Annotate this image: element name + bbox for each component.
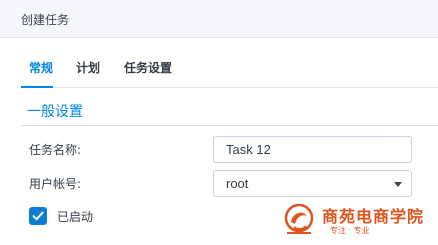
section-title: 一般设置: [27, 104, 83, 120]
tab-task-settings[interactable]: 任务设置: [124, 59, 172, 76]
user-account-select[interactable]: root: [213, 170, 412, 197]
watermark-tagline: 专注 · 专业: [330, 226, 370, 235]
watermark-brand: 商苑电商学院: [322, 207, 425, 226]
tab-general[interactable]: 常规: [29, 59, 53, 76]
tab-bar: 常规 计划 任务设置: [0, 38, 438, 88]
tab-schedule[interactable]: 计划: [76, 59, 100, 76]
section-divider: [21, 125, 438, 126]
user-account-value: root: [226, 176, 249, 191]
enabled-checkbox[interactable]: [29, 207, 47, 225]
active-tab-indicator: [21, 86, 53, 88]
tabs-divider: [21, 87, 438, 88]
dialog-title: 创建任务: [21, 13, 70, 27]
task-name-label: 任务名称:: [29, 143, 82, 157]
checkmark-icon: [32, 211, 44, 221]
dialog-titlebar: 创建任务: [0, 0, 438, 38]
enabled-label: 已启动: [57, 210, 94, 224]
dropdown-caret-icon: [394, 182, 402, 187]
watermark-logo-icon: [284, 203, 314, 234]
user-account-label: 用户帐号:: [29, 177, 82, 191]
watermark: 商苑电商学院 专注 · 专业: [281, 200, 438, 245]
task-name-input[interactable]: [213, 136, 412, 163]
